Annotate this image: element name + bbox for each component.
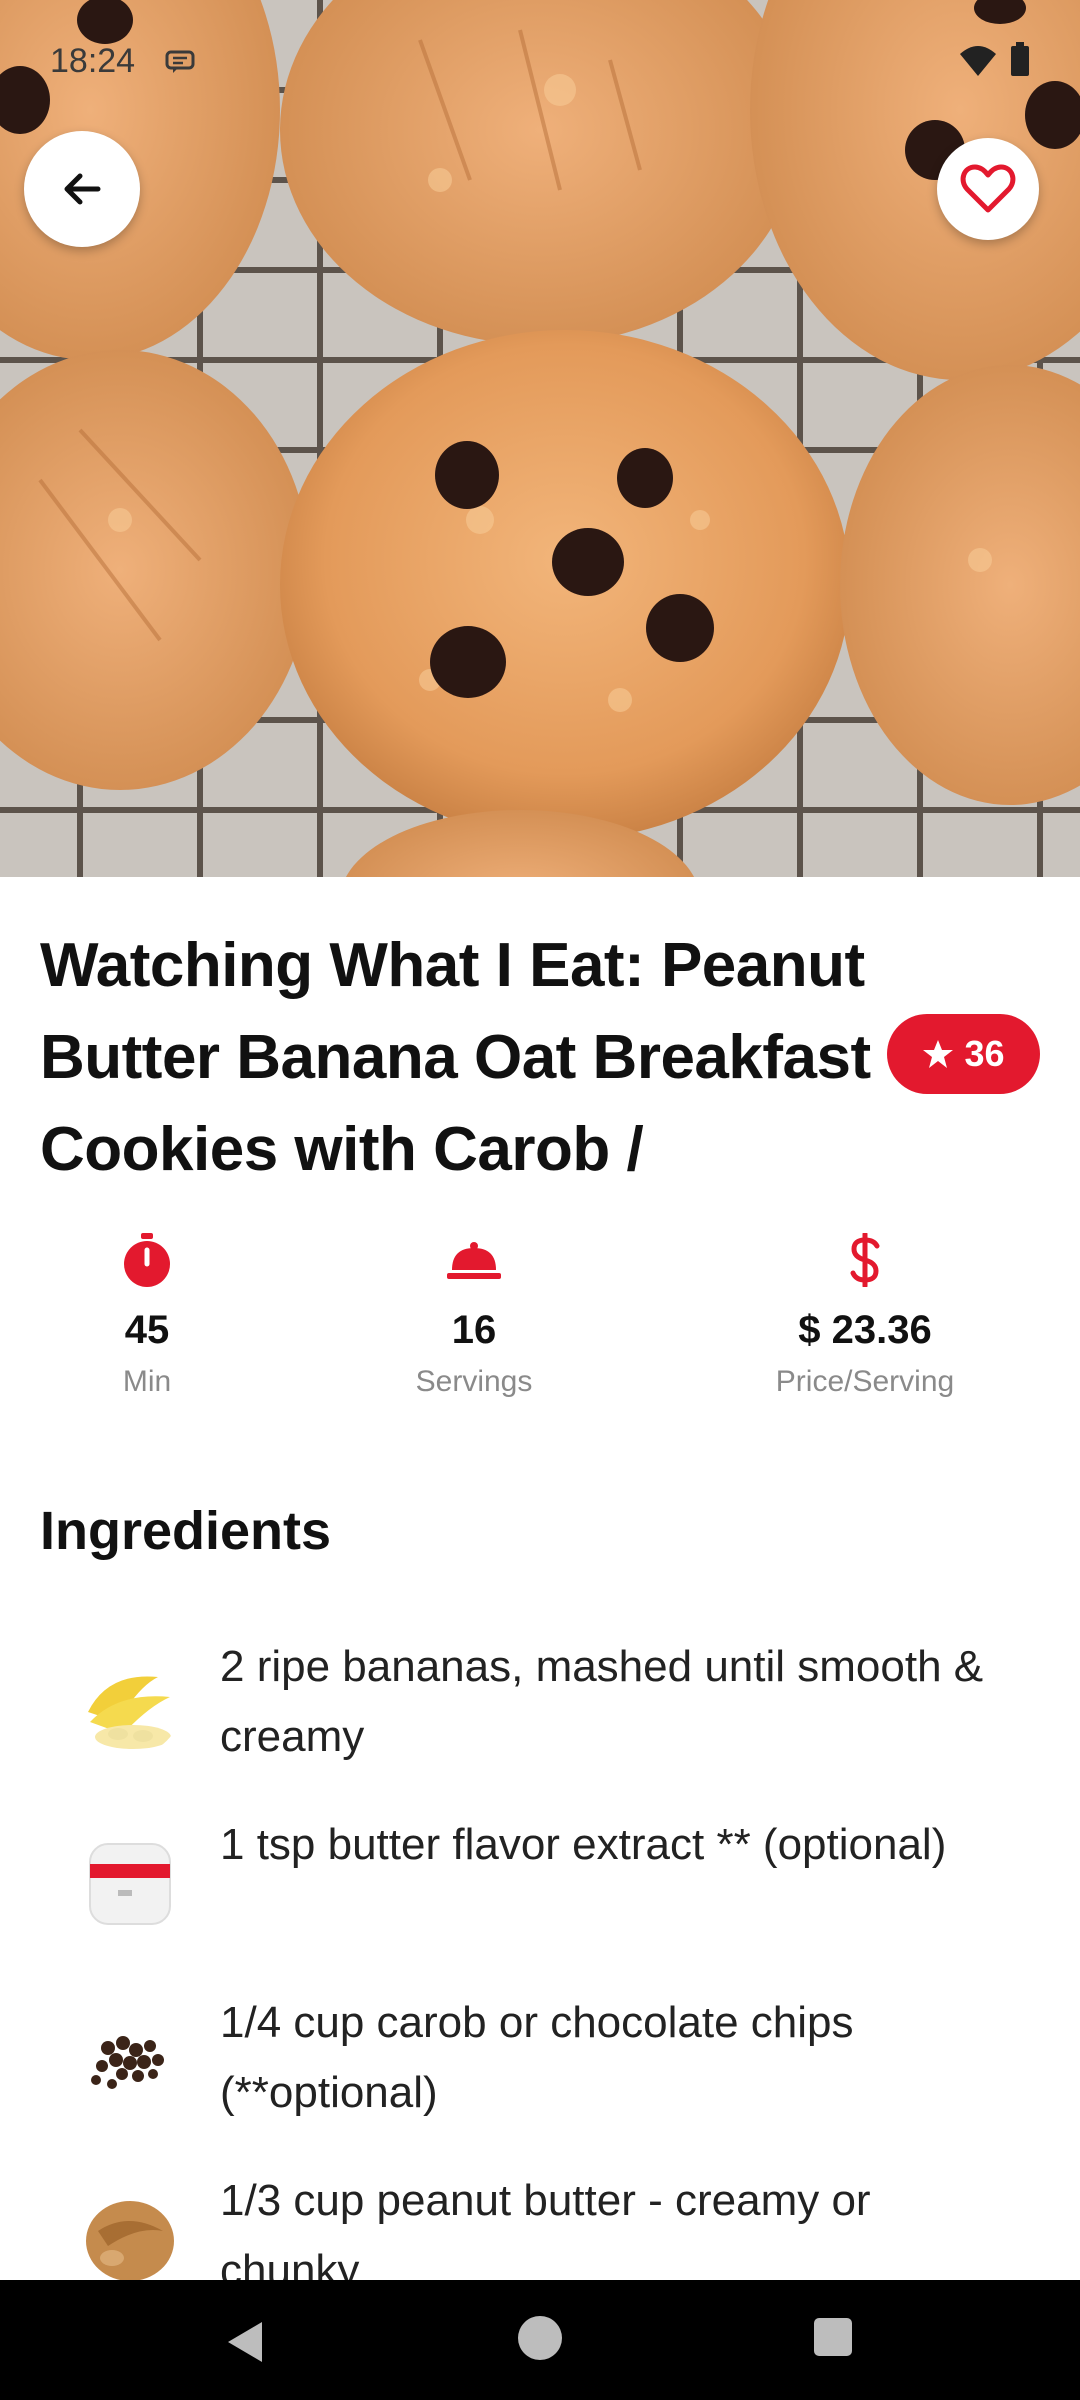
stat-price: $ 23.36 Price/Serving [735,1230,995,1399]
stat-servings-label: Servings [415,1365,533,1398]
peanut-butter-image [78,2186,182,2290]
ingredient-text: 1/4 cup carob or chocolate chips (**opti… [220,1998,854,2117]
battery-icon [1011,42,1029,76]
nav-home-icon[interactable] [518,2316,562,2360]
list-item[interactable]: 2 ripe bananas, mashed until smooth & cr… [0,1620,1080,1780]
stat-price-value: $ 23.36 [798,1308,932,1352]
extract-jar-image [78,1830,182,1934]
chocolate-chips-image [78,2008,182,2112]
stat-time-label: Min [122,1365,172,1398]
rating-badge: 36 [887,1014,1040,1094]
stat-time-value: 45 [124,1308,170,1352]
status-time: 18:24 [50,42,136,80]
list-item[interactable]: 1 tsp butter flavor extract ** (optional… [0,1798,1080,1958]
stat-servings: 16 Servings [344,1230,604,1399]
arrow-left-icon [64,173,101,205]
back-button[interactable] [24,131,140,247]
bananas-image [78,1652,182,1756]
recipe-title: Watching What I Eat: Peanut Butter Banan… [40,931,871,1184]
stat-time: 45 Min [17,1230,277,1399]
list-item[interactable]: 1/4 cup carob or chocolate chips (**opti… [0,1976,1080,2136]
nav-recents-icon[interactable] [814,2318,852,2356]
stat-servings-value: 16 [451,1308,497,1352]
stat-price-label: Price/Serving [775,1365,955,1398]
heart-icon [960,164,1016,213]
rating-count: 36 [964,1033,1005,1074]
recipe-hero-image [0,0,1080,877]
status-bar: 18:24 [0,0,1080,120]
dollar-icon [850,1233,880,1287]
star-icon [923,1040,954,1068]
cloche-icon [447,1242,501,1279]
timer-icon [124,1233,170,1287]
wifi-icon [960,46,996,76]
message-notification-icon [165,50,195,73]
ingredient-text: 2 ripe bananas, mashed until smooth & cr… [220,1642,984,1761]
nav-back-icon[interactable] [222,2318,270,2366]
favorite-button[interactable] [937,138,1039,240]
ingredient-text: 1 tsp butter flavor extract ** (optional… [220,1820,947,1869]
ingredients-heading: Ingredients [40,1501,332,1561]
